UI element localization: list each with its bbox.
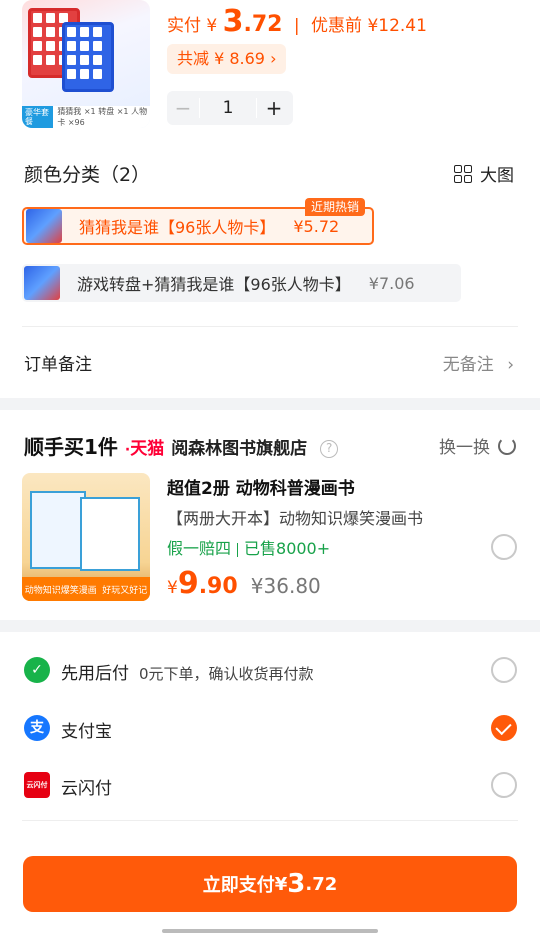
paid-price-int: 3 [222, 4, 244, 39]
discount-pill[interactable]: 共减 ¥ 8.69 › [167, 44, 287, 74]
before-price: ¥12.41 [367, 16, 427, 36]
pay-later-radio[interactable] [491, 657, 517, 683]
book-cover-image [30, 491, 86, 569]
side-price-currency: ¥ [167, 578, 178, 598]
book-thumbnail[interactable]: 动物知识爆笑漫画 好玩又好记 [22, 473, 150, 601]
before-label: 优惠前 [311, 16, 363, 36]
tmall-logo: 天猫 [130, 439, 165, 459]
pay-later-sub: 0元下单，确认收货再付款 [139, 665, 314, 683]
swap-label: 换一换 [439, 438, 490, 458]
price-line: 实付 ¥ 3.72 | 优惠前 ¥12.41 [167, 4, 427, 39]
store-name[interactable]: 阅森林图书旗舰店 [171, 439, 307, 459]
increase-button[interactable]: + [257, 96, 291, 120]
big-image-label: 大图 [480, 166, 514, 186]
variant-thumbnail [26, 209, 62, 243]
variant-label: 游戏转盘+猜猜我是谁【96张人物卡】 [77, 275, 351, 294]
thumbnail-caption: 豪华套餐 猜猜我 ×1 转盘 ×1 人物卡 ×96 [22, 106, 150, 128]
order-panel: 豪华套餐 猜猜我 ×1 转盘 ×1 人物卡 ×96 实付 ¥ 3.72 | 优惠… [0, 0, 540, 398]
unionpay-radio[interactable] [491, 772, 517, 798]
pay-button-dec: .72 [305, 873, 338, 895]
side-buy-header: 顺手买1件 ·天猫 阅森林图书旗舰店 ? [24, 431, 339, 460]
big-image-toggle[interactable]: 大图 [454, 161, 514, 186]
pay-button-currency: ¥ [274, 873, 288, 895]
pay-button-label: 立即支付 [202, 875, 275, 896]
quantity-value[interactable]: 1 [199, 98, 257, 118]
alipay-radio[interactable] [491, 715, 517, 741]
variant-label: 猜猜我是谁【96张人物卡】 [79, 218, 276, 237]
order-note-text: 无备注 [442, 355, 494, 375]
side-buy-title: 顺手买1件 [24, 435, 118, 459]
thumbnail-desc: 猜猜我 ×1 转盘 ×1 人物卡 ×96 [57, 107, 148, 127]
alipay-label[interactable]: 支付宝 [61, 717, 112, 742]
board-blue-image [62, 22, 114, 92]
thumbnail-tag: 豪华套餐 [22, 106, 54, 128]
book-band: 动物知识爆笑漫画 好玩又好记 [22, 577, 150, 601]
quantity-stepper: − 1 + [167, 91, 293, 125]
color-section-title: 颜色分类（2） [24, 164, 151, 186]
help-icon[interactable]: ? [320, 439, 339, 458]
order-note-label: 订单备注 [24, 355, 92, 375]
product-thumbnail[interactable]: 豪华套餐 猜猜我 ×1 转盘 ×1 人物卡 ×96 [22, 0, 150, 128]
variant-price: ¥5.72 [293, 216, 340, 236]
paid-price-dec: .72 [243, 12, 283, 37]
side-item-radio[interactable] [491, 534, 517, 560]
grid-icon [454, 164, 472, 183]
side-orig-price: ¥36.80 [250, 574, 321, 598]
home-indicator[interactable] [162, 929, 378, 933]
chevron-right-icon: › [507, 355, 514, 375]
pay-now-button[interactable]: 立即支付 ¥3.72 [23, 856, 517, 912]
side-item-price: ¥9.90 ¥36.80 [167, 566, 321, 601]
side-price-int: 9 [177, 566, 199, 601]
unionpay-icon: 云闪付 [24, 772, 50, 798]
variant-price: ¥7.06 [368, 273, 415, 293]
unionpay-label[interactable]: 云闪付 [61, 774, 112, 799]
decrease-button[interactable]: − [167, 96, 199, 120]
check-shield-icon: ✓ [24, 657, 50, 683]
side-buy-panel: 顺手买1件 ·天猫 阅森林图书旗舰店 ? 换一换 动物知识爆笑漫画 好玩又好记 … [0, 410, 540, 620]
pay-button-int: 3 [287, 869, 306, 899]
refresh-icon [498, 436, 516, 455]
side-item-tags: 假一赔四 已售8000+ [167, 535, 330, 559]
book-band-left: 动物知识爆笑漫画 [24, 585, 97, 596]
pay-later-label: 先用后付 [61, 664, 129, 684]
alipay-icon: 支 [24, 715, 50, 741]
sold-tag: 已售8000+ [244, 539, 331, 558]
guarantee-tag: 假一赔四 [167, 539, 232, 558]
swap-button[interactable]: 换一换 [439, 433, 516, 458]
divider [22, 820, 518, 821]
side-item-desc: 【两册大开本】动物知识爆笑漫画书 [167, 509, 424, 528]
book-band-right: 好玩又好记 [102, 585, 148, 596]
variant-thumbnail [24, 266, 60, 300]
side-price-dec: .90 [198, 574, 238, 599]
variant-option[interactable]: 游戏转盘+猜猜我是谁【96张人物卡】 ¥7.06 [22, 264, 461, 302]
divider [22, 326, 518, 327]
paid-label: 实付 [167, 16, 201, 36]
side-item-title: 超值2册 动物科普漫画书 [167, 479, 355, 499]
pay-later-option[interactable]: 先用后付 0元下单，确认收货再付款 [61, 659, 314, 684]
order-note-value[interactable]: 无备注 › [443, 350, 514, 375]
paid-currency: ¥ [206, 16, 218, 36]
separator: | [293, 16, 300, 36]
tag-separator [237, 542, 239, 557]
hot-badge: 近期热销 [305, 198, 366, 216]
book-cover-image [80, 497, 140, 571]
